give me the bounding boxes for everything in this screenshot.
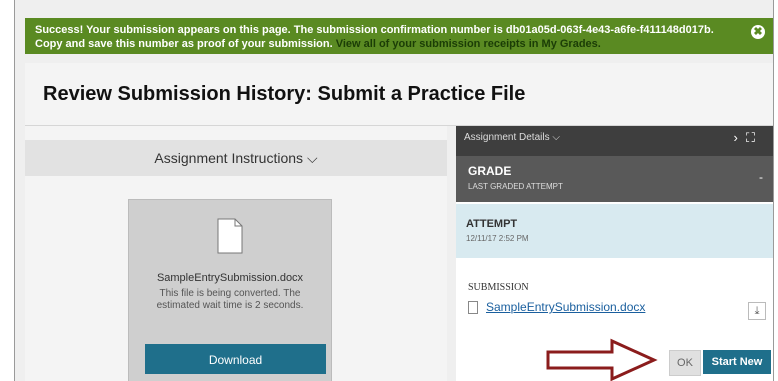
app-frame: Success! Your submission appears on this… bbox=[14, 0, 774, 381]
last-graded-attempt-label: LAST GRADED ATTEMPT bbox=[468, 182, 563, 191]
collapse-panel-icon[interactable]: › bbox=[734, 130, 746, 145]
page-title: Review Submission History: Submit a Prac… bbox=[43, 83, 526, 105]
expand-icon[interactable]: ⛶ bbox=[746, 130, 763, 145]
file-icon bbox=[468, 301, 478, 315]
start-new-button[interactable]: Start New bbox=[703, 350, 771, 374]
document-icon bbox=[217, 218, 243, 254]
grade-label: GRADE bbox=[468, 164, 512, 178]
download-icon[interactable]: ⤓ bbox=[748, 302, 766, 320]
submission-label: SUBMISSION bbox=[468, 282, 529, 293]
file-preview-card: SampleEntrySubmission.docx This file is … bbox=[128, 199, 332, 381]
grade-section: GRADE LAST GRADED ATTEMPT - bbox=[456, 156, 773, 202]
chevron-down-icon: ⌵ bbox=[552, 132, 560, 143]
attempt-label: ATTEMPT bbox=[466, 218, 518, 230]
grade-value: - bbox=[759, 170, 763, 184]
download-button[interactable]: Download bbox=[145, 344, 326, 374]
assignment-instructions-label: Assignment Instructions bbox=[154, 150, 304, 166]
close-icon[interactable]: ✖ bbox=[751, 25, 765, 39]
file-preview-pane: Assignment Instructions ⌵ SampleEntrySub… bbox=[25, 126, 447, 381]
conversion-status-message: This file is being converted. The estima… bbox=[156, 288, 304, 311]
page-header: Review Submission History: Submit a Prac… bbox=[25, 63, 773, 126]
assignment-instructions-toggle[interactable]: Assignment Instructions ⌵ bbox=[25, 140, 447, 176]
ok-button[interactable]: OK bbox=[669, 350, 701, 376]
attempt-datetime: 12/11/17 2:52 PM bbox=[466, 234, 529, 243]
chevron-down-icon: ⌵ bbox=[306, 150, 318, 166]
red-arrow-annotation bbox=[546, 338, 658, 381]
attempt-section[interactable]: ATTEMPT 12/11/17 2:52 PM bbox=[456, 204, 773, 258]
preview-file-name: SampleEntrySubmission.docx bbox=[156, 272, 304, 284]
submission-receipts-link[interactable]: View all of your submission receipts in … bbox=[336, 38, 601, 50]
assignment-details-header[interactable]: Assignment Details ⌵ ›⛶ bbox=[456, 126, 773, 156]
success-banner: Success! Your submission appears on this… bbox=[25, 18, 773, 54]
submission-file-name: SampleEntrySubmission.docx bbox=[486, 300, 646, 314]
assignment-details-label: Assignment Details bbox=[464, 132, 550, 143]
submission-file-link[interactable]: SampleEntrySubmission.docx bbox=[468, 300, 646, 315]
